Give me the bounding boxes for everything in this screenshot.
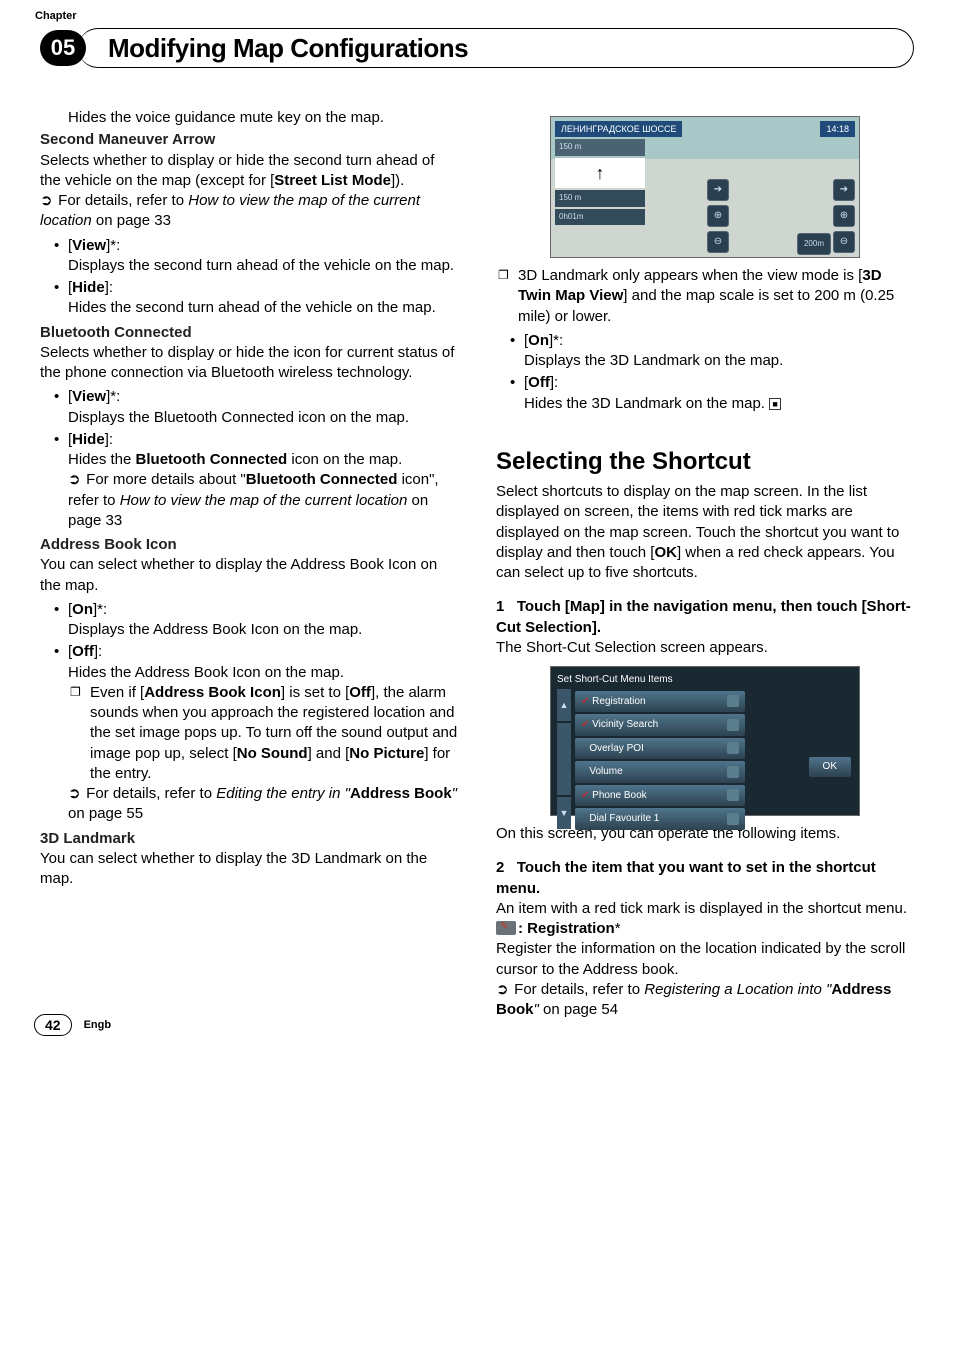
ok-button[interactable]: OK xyxy=(809,757,851,777)
menu-item[interactable]: ✔ Phone Book xyxy=(575,785,745,807)
addressbook-desc: You can select whether to display the Ad… xyxy=(40,555,458,596)
lm-off-option: [Off]: Hides the 3D Landmark on the map.… xyxy=(524,373,914,414)
chapter-label: Chapter xyxy=(35,10,77,22)
page-title: Modifying Map Configurations xyxy=(108,33,468,64)
landmark-label: 3D Landmark xyxy=(40,829,458,849)
second-maneuver-label: Second Maneuver Arrow xyxy=(40,130,458,150)
title-frame: Modifying Map Configurations xyxy=(78,28,914,68)
clock: 14:18 xyxy=(820,121,855,137)
pointer-icon: ➲ xyxy=(40,191,54,211)
step-1-desc: The Short-Cut Selection screen appears. xyxy=(496,638,914,658)
bt-more-ref: ➲ For more details about "Bluetooth Conn… xyxy=(68,470,458,531)
dist1: 150 m xyxy=(559,142,581,153)
map-arrow-button-2[interactable]: ➔ xyxy=(833,179,855,201)
map-arrow-button[interactable]: ➔ xyxy=(707,179,729,201)
item-icon xyxy=(727,719,739,731)
scroll-up-button[interactable]: ▲ xyxy=(557,689,571,721)
ab-ref: ➲ For details, refer to Editing the entr… xyxy=(68,784,458,825)
left-column: Hides the voice guidance mute key on the… xyxy=(40,108,458,1020)
step-1: 1 Touch [Map] in the navigation menu, th… xyxy=(496,597,914,638)
bluetooth-label: Bluetooth Connected xyxy=(40,323,458,343)
view-option: [View]*: Displays the second turn ahead … xyxy=(68,236,458,277)
registration-ref: ➲ For details, refer to Registering a Lo… xyxy=(496,980,914,1021)
zoom-in-button-2[interactable]: ⊕ xyxy=(833,205,855,227)
scale-badge: 200m xyxy=(797,233,831,255)
ab-off-option: [Off]: Hides the Address Book Icon on th… xyxy=(68,642,458,824)
pointer-icon: ➲ xyxy=(68,784,82,804)
scroll-down-button[interactable]: ▼ xyxy=(557,797,571,829)
page-header: 05 Modifying Map Configurations xyxy=(40,28,914,68)
item-icon xyxy=(727,742,739,754)
language-code: Engb xyxy=(84,1019,112,1031)
bluetooth-desc: Selects whether to display or hide the i… xyxy=(40,343,458,384)
addressbook-label: Address Book Icon xyxy=(40,535,458,555)
item-icon xyxy=(727,695,739,707)
intro-text: Hides the voice guidance mute key on the… xyxy=(40,108,458,128)
menu-item[interactable]: Overlay POI xyxy=(575,738,745,760)
scroll-track xyxy=(557,723,571,795)
menu-item[interactable]: ✔ Vicinity Search xyxy=(575,714,745,736)
second-maneuver-desc: Selects whether to display or hide the s… xyxy=(40,151,458,192)
zoom-out-button[interactable]: ⊖ xyxy=(707,231,729,253)
second-maneuver-ref: ➲ For details, refer to How to view the … xyxy=(40,191,458,232)
registration-line: : Registration* xyxy=(496,919,914,939)
lm-on-option: [On]*: Displays the 3D Landmark on the m… xyxy=(524,331,914,372)
pointer-icon: ➲ xyxy=(496,980,510,1000)
menu-title: Set Short-Cut Menu Items xyxy=(557,673,853,687)
map-screenshot: ЛЕНИНГРАДСКОЕ ШОССЕ 14:18 150 m ↑ 150 m … xyxy=(550,116,860,258)
pointer-icon: ➲ xyxy=(68,470,82,490)
bt-view-option: [View]*: Displays the Bluetooth Connecte… xyxy=(68,387,458,428)
landmark-note: 3D Landmark only appears when the view m… xyxy=(496,266,914,327)
end-mark-icon: ■ xyxy=(769,398,781,410)
registration-desc: Register the information on the location… xyxy=(496,939,914,980)
item-icon xyxy=(727,789,739,801)
shortcut-menu-screenshot: Set Short-Cut Menu Items ▲ ▼ ✔ Registrat… xyxy=(550,666,860,816)
item-icon xyxy=(727,813,739,825)
step-2: 2 Touch the item that you want to set in… xyxy=(496,858,914,899)
registration-icon xyxy=(496,921,516,935)
ab-note: Even if [Address Book Icon] is set to [O… xyxy=(68,683,458,784)
shortcut-intro: Select shortcuts to display on the map s… xyxy=(496,482,914,583)
arrow-icon: ↑ xyxy=(590,160,610,186)
shortcut-heading: Selecting the Shortcut xyxy=(496,446,914,478)
menu-item[interactable]: Volume xyxy=(575,761,745,783)
item-icon xyxy=(727,766,739,778)
page-number: 42 xyxy=(34,1014,72,1036)
menu-item[interactable]: Dial Favourite 1 xyxy=(575,808,745,830)
zoom-in-button[interactable]: ⊕ xyxy=(707,205,729,227)
eta: 0h01m xyxy=(559,212,583,223)
landmark-desc: You can select whether to display the 3D… xyxy=(40,849,458,890)
right-column: ЛЕНИНГРАДСКОЕ ШОССЕ 14:18 150 m ↑ 150 m … xyxy=(496,108,914,1020)
menu-item[interactable]: ✔ Registration xyxy=(575,691,745,713)
street-name: ЛЕНИНГРАДСКОЕ ШОССЕ xyxy=(555,121,682,137)
bt-hide-option: [Hide]: Hides the Bluetooth Connected ic… xyxy=(68,430,458,531)
dist2: 150 m xyxy=(559,193,581,204)
step-2-desc: An item with a red tick mark is displaye… xyxy=(496,899,914,919)
page-footer: 42 Engb xyxy=(34,1014,111,1036)
hide-option: [Hide]: Hides the second turn ahead of t… xyxy=(68,278,458,319)
ab-on-option: [On]*: Displays the Address Book Icon on… xyxy=(68,600,458,641)
zoom-out-button-2[interactable]: ⊖ xyxy=(833,231,855,253)
